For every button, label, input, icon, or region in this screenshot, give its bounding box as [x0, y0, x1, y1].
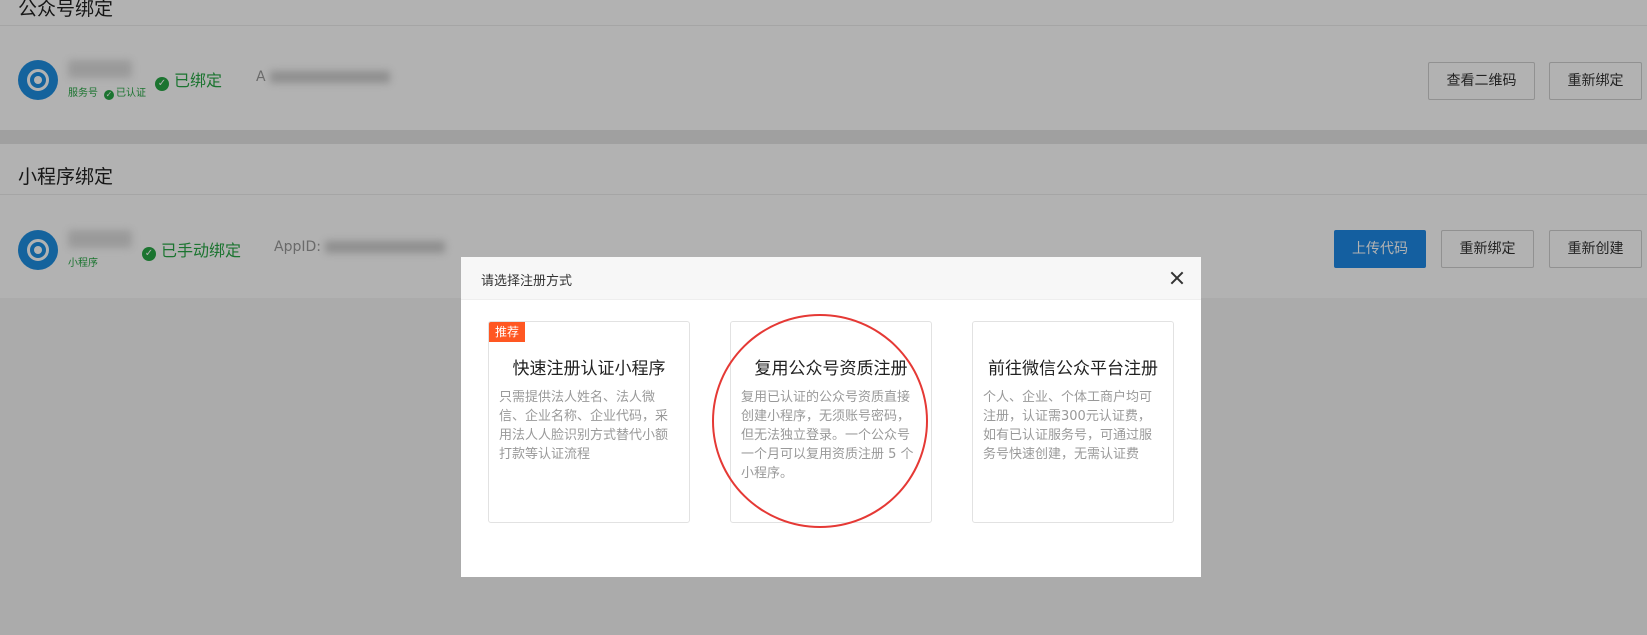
option-card-wechat-platform[interactable]: 前往微信公众平台注册 个人、企业、个体工商户均可注册，认证需300元认证费，如有…	[972, 321, 1174, 523]
card-description: 个人、企业、个体工商户均可注册，认证需300元认证费，如有已认证服务号，可通过服…	[983, 390, 1153, 462]
close-icon[interactable]	[1167, 268, 1187, 288]
card-description: 复用已认证的公众号资质直接创建小程序，无须账号密码，但无法独立登录。一个公众号一…	[741, 390, 914, 481]
recommend-badge: 推荐	[489, 322, 526, 342]
dialog-header: 请选择注册方式	[461, 257, 1201, 300]
card-title: 快速注册认证小程序	[512, 359, 666, 379]
option-card-reuse-qualification[interactable]: 复用公众号资质注册 复用已认证的公众号资质直接创建小程序，无须账号密码，但无法独…	[730, 321, 932, 523]
register-method-dialog: 请选择注册方式 推荐 快速注册认证小程序 只需提供法人姓名、法人微信、企业名称、…	[461, 257, 1201, 577]
page: 公众号绑定 服务号✓已认证 ✓已绑定 A 查看二维码 重新绑定 小程序绑定	[0, 0, 1647, 635]
card-title: 前往微信公众平台注册	[988, 359, 1158, 379]
card-description: 只需提供法人姓名、法人微信、企业名称、企业代码，采用法人人脸识别方式替代小额打款…	[499, 390, 669, 462]
option-card-fast-register[interactable]: 推荐 快速注册认证小程序 只需提供法人姓名、法人微信、企业名称、企业代码，采用法…	[488, 321, 690, 523]
card-title: 复用公众号资质注册	[754, 359, 908, 379]
dialog-title: 请选择注册方式	[481, 274, 573, 289]
